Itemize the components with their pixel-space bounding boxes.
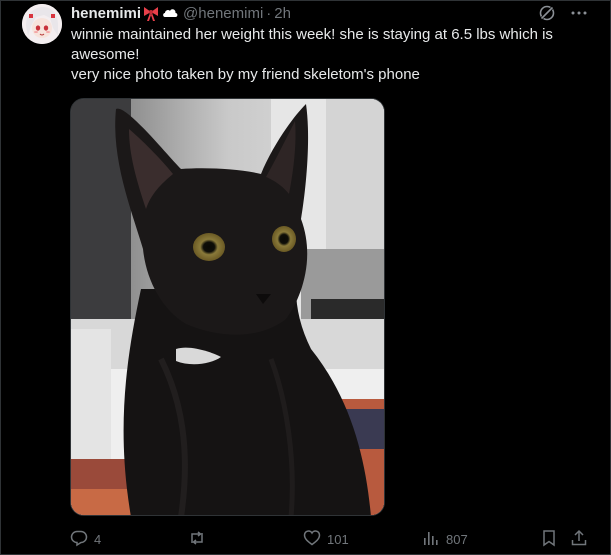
post-text-line-2: very nice photo taken by my friend skele…	[71, 66, 420, 83]
separator-dot: ·	[266, 4, 272, 22]
views-button[interactable]: 807	[422, 529, 468, 550]
views-icon	[422, 529, 440, 550]
bookmark-button[interactable]	[540, 529, 558, 550]
display-name[interactable]: henemimi	[71, 5, 141, 22]
like-count: 101	[327, 532, 349, 547]
post-card[interactable]: henemimi @henemimi · 2h winnie maintaine…	[0, 0, 611, 555]
post-text: winnie maintained her weight this week! …	[71, 25, 591, 85]
grok-icon[interactable]	[538, 4, 556, 22]
post-header: henemimi @henemimi · 2h	[71, 3, 291, 23]
reply-icon	[70, 529, 88, 550]
share-button[interactable]	[570, 529, 588, 550]
cloud-icon	[161, 4, 179, 22]
bookmark-icon	[540, 529, 558, 550]
more-icon[interactable]	[570, 4, 588, 22]
views-count: 807	[446, 532, 468, 547]
like-icon	[303, 529, 321, 550]
share-icon	[570, 529, 588, 550]
avatar[interactable]	[22, 4, 62, 44]
action-bar: 4 101 807	[70, 529, 590, 549]
bow-icon	[142, 4, 160, 22]
timestamp[interactable]: 2h	[274, 5, 291, 22]
repost-button[interactable]	[188, 529, 212, 550]
post-text-line-1: winnie maintained her weight this week! …	[71, 26, 553, 63]
header-actions	[538, 4, 588, 22]
repost-icon	[188, 529, 206, 550]
reply-button[interactable]: 4	[70, 529, 101, 550]
like-button[interactable]: 101	[303, 529, 349, 550]
handle[interactable]: @henemimi	[183, 5, 263, 22]
reply-count: 4	[94, 532, 102, 547]
post-photo[interactable]	[70, 98, 385, 516]
